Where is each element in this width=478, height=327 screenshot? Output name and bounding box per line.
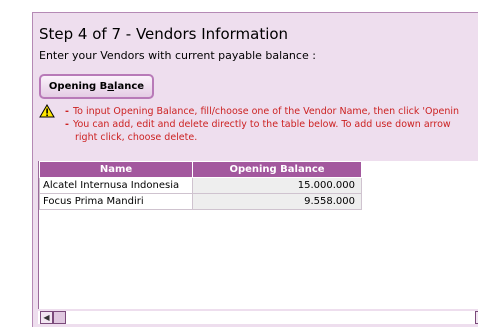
warning-icon bbox=[39, 104, 55, 118]
note-text-2: You can add, edit and delete directly to… bbox=[72, 119, 451, 130]
opening-balance-accelerator: a bbox=[107, 81, 115, 92]
note-line-3: right click, choose delete. bbox=[75, 132, 197, 143]
opening-balance-cell[interactable]: 15.000.000 bbox=[192, 177, 362, 194]
opening-balance-label-pre: Opening B bbox=[48, 81, 108, 92]
vendor-table-area[interactable]: Name Opening Balance Alcatel Internusa I… bbox=[38, 161, 478, 309]
opening-balance-cell[interactable]: 9.558.000 bbox=[192, 193, 362, 210]
scroll-left-arrow-icon[interactable]: ◀ bbox=[40, 311, 53, 324]
opening-balance-label-post: lance bbox=[114, 81, 145, 92]
vendor-table[interactable]: Name Opening Balance Alcatel Internusa I… bbox=[39, 161, 362, 210]
table-header-row: Name Opening Balance bbox=[39, 161, 362, 178]
vendor-name-cell[interactable]: Focus Prima Mandiri bbox=[39, 193, 193, 210]
column-header-name[interactable]: Name bbox=[39, 161, 193, 178]
column-header-opening-balance[interactable]: Opening Balance bbox=[192, 161, 362, 178]
page-subtitle: Enter your Vendors with current payable … bbox=[39, 49, 316, 62]
vendor-name-cell[interactable]: Alcatel Internusa Indonesia bbox=[39, 177, 193, 194]
opening-balance-button[interactable]: Opening Ba lance bbox=[39, 74, 154, 99]
note-line-2: - You can add, edit and delete directly t… bbox=[65, 119, 451, 130]
note-line-1: - To input Opening Balance, fill/choose o… bbox=[65, 106, 460, 117]
note-text-1: To input Opening Balance, fill/choose on… bbox=[72, 106, 460, 117]
page-title: Step 4 of 7 - Vendors Information bbox=[39, 25, 289, 43]
scrollbar-thumb[interactable] bbox=[53, 311, 66, 324]
table-row[interactable]: Focus Prima Mandiri 9.558.000 bbox=[39, 193, 362, 210]
wizard-panel: Step 4 of 7 - Vendors Information Enter … bbox=[32, 12, 478, 327]
table-row[interactable]: Alcatel Internusa Indonesia 15.000.000 bbox=[39, 177, 362, 194]
horizontal-scrollbar[interactable]: ◀ bbox=[38, 311, 478, 324]
note-text-3: right click, choose delete. bbox=[75, 132, 198, 143]
